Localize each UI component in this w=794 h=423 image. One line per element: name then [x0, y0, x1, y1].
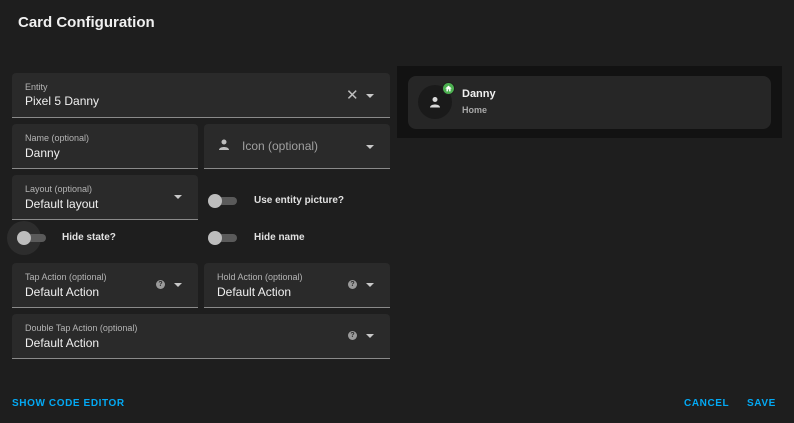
cancel-button[interactable]: CANCEL — [684, 398, 729, 409]
help-icon[interactable]: ? — [348, 331, 357, 340]
help-icon[interactable]: ? — [348, 280, 357, 289]
toggle-thumb — [17, 231, 31, 245]
chevron-down-icon[interactable] — [366, 94, 374, 98]
name-field[interactable]: Name (optional) Danny — [12, 124, 198, 169]
chevron-down-icon[interactable] — [366, 334, 374, 338]
save-button[interactable]: SAVE — [747, 398, 776, 409]
icon-picker[interactable]: Icon (optional) — [204, 124, 390, 169]
dialog-title: Card Configuration — [18, 14, 155, 31]
tap-action-value: Default Action — [25, 285, 100, 299]
person-icon — [219, 139, 229, 150]
chevron-down-icon[interactable] — [174, 195, 182, 199]
name-value: Danny — [25, 146, 60, 160]
help-icon[interactable]: ? — [156, 280, 165, 289]
double-tap-action-select[interactable]: Double Tap Action (optional) Default Act… — [12, 314, 390, 359]
icon-placeholder: Icon (optional) — [242, 139, 319, 153]
use-entity-picture-toggle[interactable] — [208, 194, 238, 208]
preview-name: Danny — [462, 88, 496, 100]
entity-picker[interactable]: Entity Pixel 5 Danny ✕ — [12, 73, 390, 118]
tap-action-label: Tap Action (optional) — [25, 272, 107, 282]
entity-value: Pixel 5 Danny — [25, 94, 100, 108]
person-icon — [430, 97, 440, 108]
tap-action-select[interactable]: Tap Action (optional) Default Action ? — [12, 263, 198, 308]
layout-label: Layout (optional) — [25, 184, 93, 194]
hold-action-value: Default Action — [217, 285, 292, 299]
hide-state-label: Hide state? — [62, 232, 116, 243]
home-badge — [442, 82, 455, 95]
clear-icon[interactable]: ✕ — [346, 88, 359, 103]
chevron-down-icon[interactable] — [366, 145, 374, 149]
hold-action-label: Hold Action (optional) — [217, 272, 303, 282]
layout-select[interactable]: Layout (optional) Default layout — [12, 175, 198, 220]
double-tap-action-value: Default Action — [25, 336, 100, 350]
preview-state: Home — [462, 105, 488, 115]
hold-action-select[interactable]: Hold Action (optional) Default Action ? — [204, 263, 390, 308]
toggle-thumb — [208, 231, 222, 245]
hide-name-label: Hide name — [254, 232, 305, 243]
entity-preview-card[interactable] — [408, 76, 771, 129]
toggle-thumb — [208, 194, 222, 208]
layout-value: Default layout — [25, 197, 99, 211]
chevron-down-icon[interactable] — [366, 283, 374, 287]
home-icon — [445, 85, 452, 92]
card-configuration-dialog: Card Configuration Entity Pixel 5 Danny … — [0, 0, 794, 423]
entity-label: Entity — [25, 82, 48, 92]
hide-name-toggle[interactable] — [208, 231, 238, 245]
show-code-editor-button[interactable]: SHOW CODE EDITOR — [12, 398, 125, 409]
name-label: Name (optional) — [25, 133, 90, 143]
chevron-down-icon[interactable] — [174, 283, 182, 287]
use-entity-picture-label: Use entity picture? — [254, 195, 345, 206]
double-tap-action-label: Double Tap Action (optional) — [25, 323, 138, 333]
hide-state-toggle[interactable] — [17, 231, 47, 245]
